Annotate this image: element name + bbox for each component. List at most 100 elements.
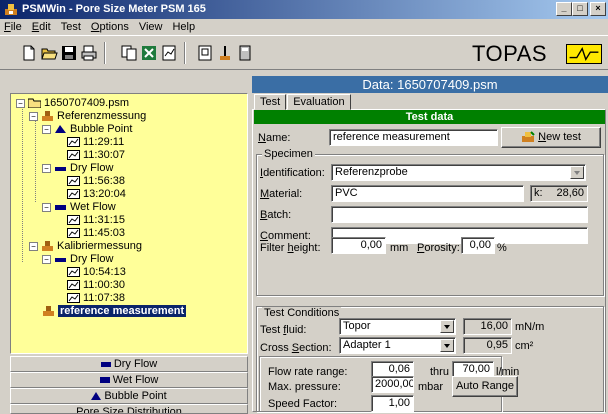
test-conditions-title: Test Conditions	[262, 307, 342, 319]
collapse-icon[interactable]: −	[42, 254, 51, 264]
minimize-button[interactable]: _	[556, 2, 572, 16]
bubble-point-nav-button[interactable]: Bubble Point	[10, 388, 248, 404]
curve-icon	[67, 280, 80, 290]
auto-range-button[interactable]: Auto Range	[452, 376, 518, 397]
collapse-icon[interactable]: −	[29, 241, 38, 251]
tree-item-time[interactable]: 11:29:11	[67, 136, 124, 148]
porosity-label: Porosity:	[417, 242, 460, 254]
tree-item-bubble-point[interactable]: − Bubble Point	[42, 123, 132, 135]
menu-test[interactable]: Test	[61, 21, 81, 33]
filter-height-field[interactable]: 0,00	[331, 237, 386, 254]
cross-section-dropdown[interactable]: Adapter 1	[339, 337, 456, 354]
wet-flow-icon	[55, 205, 66, 210]
menu-options[interactable]: Options	[91, 21, 129, 33]
flow-rate-thru-label: thru	[430, 366, 449, 378]
speed-factor-label: Speed Factor:	[268, 398, 338, 410]
calculator-icon[interactable]	[236, 44, 254, 62]
tree-item-kalibriermessung[interactable]: − Kalibriermessung	[29, 240, 142, 252]
print-icon[interactable]	[80, 44, 98, 62]
tree-item-dry-flow[interactable]: − Dry Flow	[42, 162, 113, 174]
tree-item-dry-flow[interactable]: − Dry Flow	[42, 253, 113, 265]
collapse-icon[interactable]: −	[16, 98, 25, 108]
curve-icon	[67, 137, 80, 147]
tree-item-wet-flow[interactable]: − Wet Flow	[42, 201, 116, 213]
app-icon	[5, 4, 17, 15]
tree-item-time[interactable]: 11:00:30	[67, 279, 125, 291]
k-value-field: k: 28,60	[530, 185, 588, 202]
new-file-icon[interactable]	[20, 44, 38, 62]
tree-item-time[interactable]: 11:56:38	[67, 175, 125, 187]
identification-dropdown[interactable]: Referenzprobe	[331, 164, 586, 181]
folder-icon	[28, 98, 41, 108]
menu-view[interactable]: View	[139, 21, 163, 33]
fluid-tension-unit: mN/m	[515, 321, 545, 333]
tree-item-time[interactable]: 11:07:38	[67, 292, 125, 304]
tab-evaluation[interactable]: Evaluation	[287, 94, 351, 110]
chevron-down-icon[interactable]	[440, 320, 454, 333]
curve-icon	[67, 189, 80, 199]
copy-icon[interactable]	[120, 44, 138, 62]
measurement-icon	[42, 111, 53, 121]
wet-flow-nav-button[interactable]: Wet Flow	[10, 372, 248, 388]
filter-height-label: Filter height:	[260, 242, 321, 254]
curve-icon	[67, 150, 80, 160]
excel-export-icon[interactable]	[140, 44, 158, 62]
porosity-field[interactable]: 0,00	[461, 237, 495, 254]
tree-item-reference-measurement[interactable]: reference measurement	[42, 305, 187, 317]
collapse-icon[interactable]: −	[29, 111, 38, 121]
specimen-group-title: Specimen	[262, 148, 315, 160]
bubble-point-icon	[91, 392, 102, 401]
chevron-down-icon[interactable]	[440, 339, 454, 352]
new-test-button[interactable]: New test	[501, 127, 601, 148]
speed-factor-field[interactable]: 1,00	[371, 395, 414, 412]
curve-icon	[67, 293, 80, 303]
open-folder-icon[interactable]	[40, 44, 58, 62]
pore-size-distribution-nav-button[interactable]: Pore Size Distribution	[10, 404, 248, 414]
name-field[interactable]: reference measurement	[329, 129, 498, 146]
menu-help[interactable]: Help	[172, 21, 195, 33]
window-title: PSMWin - Pore Size Meter PSM 165	[22, 3, 206, 15]
measurement-icon	[42, 241, 53, 251]
save-icon[interactable]	[60, 44, 78, 62]
cross-section-label: Cross Section:	[260, 342, 332, 354]
tree-item-referenzmessung[interactable]: − Referenzmessung	[29, 110, 146, 122]
tree-item-time[interactable]: 11:45:03	[67, 227, 125, 239]
tree-item-time[interactable]: 11:30:07	[67, 149, 125, 161]
chevron-down-icon[interactable]	[570, 166, 584, 179]
tree-connector	[22, 106, 23, 262]
close-button[interactable]: ×	[590, 2, 606, 16]
measure-icon[interactable]	[216, 44, 234, 62]
device-icon[interactable]	[196, 44, 214, 62]
brand-logo-icon	[566, 44, 602, 64]
material-field[interactable]: PVC	[331, 185, 524, 202]
menu-edit[interactable]: Edit	[32, 21, 51, 33]
tree-item-time[interactable]: 10:54:13	[67, 266, 126, 278]
measurement-tree: − 1650707409.psm − Referenzmessung − Bub…	[10, 93, 248, 354]
collapse-icon[interactable]: −	[42, 163, 51, 173]
cross-section-area-unit: cm²	[515, 340, 534, 352]
tree-item-time[interactable]: 13:20:04	[67, 188, 126, 200]
toolbar-separator	[184, 42, 186, 64]
chart-export-icon[interactable]	[160, 44, 178, 62]
menu-file[interactable]: File	[4, 21, 22, 33]
collapse-icon[interactable]: −	[42, 124, 51, 134]
batch-field[interactable]	[331, 206, 588, 223]
toolbar-separator	[104, 42, 106, 64]
bubble-point-icon	[55, 125, 66, 133]
tree-item-time[interactable]: 11:31:15	[67, 214, 125, 226]
brand-logo-text: TOPAS	[472, 41, 548, 66]
porosity-unit: %	[497, 242, 507, 254]
dry-flow-nav-button[interactable]: Dry Flow	[10, 356, 248, 372]
maximize-button[interactable]: □	[572, 2, 588, 16]
tree-item-root[interactable]: − 1650707409.psm	[16, 97, 129, 109]
test-fluid-label: Test fluid:	[260, 324, 307, 336]
title-bar: PSMWin - Pore Size Meter PSM 165 _ □ ×	[0, 0, 608, 19]
collapse-icon[interactable]: −	[42, 202, 51, 212]
test-fluid-dropdown[interactable]: Topor	[339, 318, 456, 335]
tab-test[interactable]: Test	[254, 94, 287, 110]
max-pressure-field[interactable]: 2000,00	[371, 376, 414, 393]
dry-flow-icon	[55, 167, 66, 171]
curve-icon	[67, 228, 80, 238]
dry-flow-icon	[55, 258, 66, 262]
max-pressure-label: Max. pressure:	[268, 381, 341, 393]
